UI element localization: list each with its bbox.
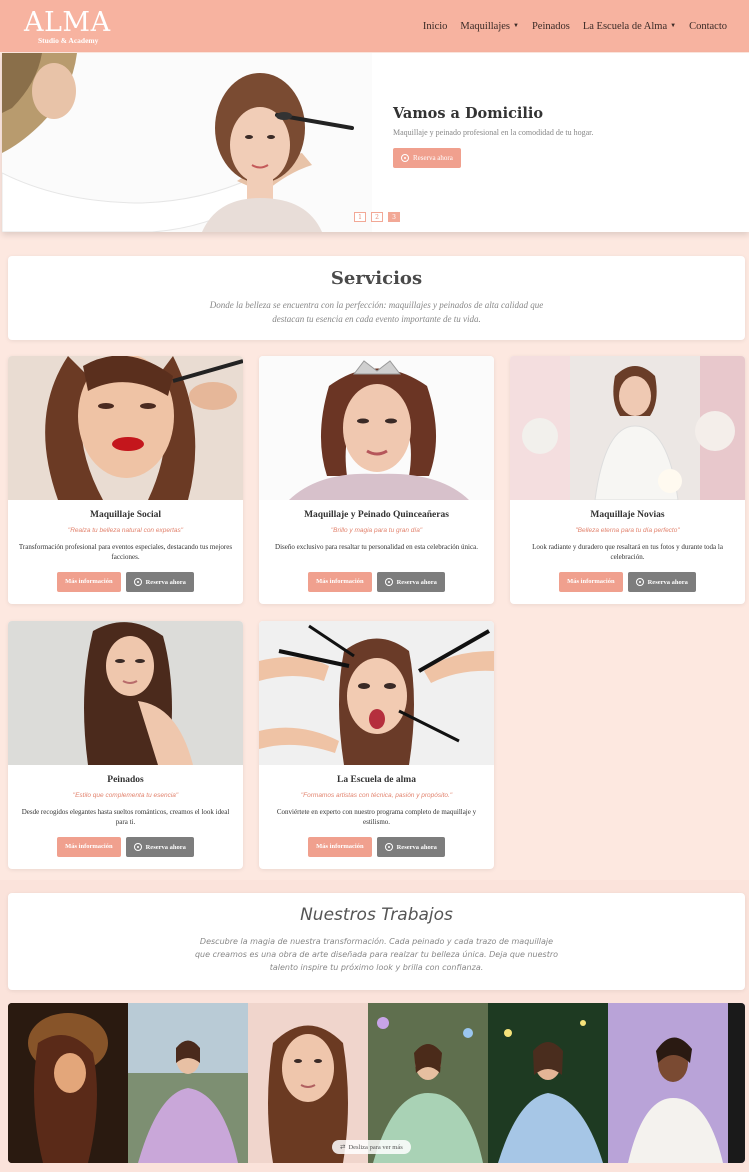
- nav-item-peinados[interactable]: Peinados: [532, 21, 570, 32]
- logo-subtitle: Studio & Academy: [38, 36, 99, 45]
- works-header: Nuestros Trabajos Descubre la magia de n…: [8, 893, 745, 990]
- slide-dot-2[interactable]: 2: [371, 212, 383, 222]
- service-description: Desde recogidos elegantes hasta sueltos …: [21, 808, 230, 827]
- service-tagline: "Realza tu belleza natural con expertas": [67, 527, 184, 534]
- reserve-button[interactable]: Reserva ahora: [376, 837, 445, 857]
- nav-label: Contacto: [689, 20, 727, 32]
- button-label: Reserva ahora: [647, 578, 688, 586]
- gallery-photo[interactable]: [8, 1003, 128, 1163]
- works-title: Nuestros Trabajos: [300, 905, 453, 925]
- service-tagline: "Formamos artistas con técnica, pasión y…: [300, 792, 453, 799]
- button-label: Reserva ahora: [396, 578, 437, 586]
- nav-menu: Inicio Maquillajes ▼ Peinados La Escuela …: [423, 21, 727, 32]
- nav-label: Maquillajes: [460, 20, 510, 32]
- button-label: Reserva ahora: [413, 154, 453, 162]
- service-description: Diseño exclusivo para resaltar tu person…: [275, 543, 478, 551]
- service-image: [259, 621, 494, 765]
- service-card-peinados: Peinados "Estilo que complementa tu esen…: [8, 621, 243, 869]
- whatsapp-icon: [384, 578, 393, 586]
- nav-item-maquillajes[interactable]: Maquillajes ▼: [460, 21, 519, 32]
- more-info-button[interactable]: Más información: [308, 572, 372, 592]
- service-description: Transformación profesional para eventos …: [18, 543, 233, 562]
- chevron-down-icon: ▼: [670, 23, 677, 29]
- reserve-button[interactable]: Reserva ahora: [125, 837, 194, 857]
- whatsapp-icon: [133, 578, 142, 586]
- gallery-photo[interactable]: [488, 1003, 608, 1163]
- service-actions: Más información Reserva ahora: [259, 837, 494, 857]
- brand-logo[interactable]: ALMA Studio & Academy: [24, 3, 124, 49]
- slider-pagination: 1 2 3: [354, 212, 400, 222]
- nav-item-escuela[interactable]: La Escuela de Alma ▼: [583, 21, 676, 32]
- button-label: Reserva ahora: [145, 843, 186, 851]
- nav-label: Inicio: [422, 20, 448, 32]
- swipe-icon: ⇄: [340, 1144, 346, 1151]
- more-info-button[interactable]: Más información: [559, 572, 623, 592]
- services-description: Donde la belleza se encuentra con la per…: [209, 300, 544, 324]
- hero-content: Vamos a Domicilio Maquillaje y peinado p…: [393, 105, 593, 168]
- service-card-novias: Maquillaje Novias "Belleza eterna para t…: [510, 356, 745, 604]
- hero-title: Vamos a Domicilio: [393, 105, 544, 122]
- button-label: Reserva ahora: [145, 578, 186, 586]
- service-tagline: "Brillo y magia para tu gran día": [330, 527, 423, 534]
- gallery-photo[interactable]: [128, 1003, 248, 1163]
- hero-image: [2, 53, 372, 232]
- service-actions: Más información Reserva ahora: [259, 572, 494, 592]
- service-description: Conviértete en experto con nuestro progr…: [276, 808, 477, 827]
- logo-text: ALMA: [24, 7, 111, 38]
- works-description: Descubre la magia de nuestra transformac…: [194, 937, 559, 973]
- services-title: Servicios: [330, 268, 423, 289]
- nav-item-contacto[interactable]: Contacto: [689, 21, 727, 32]
- button-label: Reserva ahora: [396, 843, 437, 851]
- chevron-down-icon: ▼: [512, 23, 519, 29]
- top-navbar: ALMA Studio & Academy Inicio Maquillajes…: [0, 0, 749, 52]
- service-title: Peinados: [107, 775, 144, 785]
- slide-dot-1[interactable]: 1: [354, 212, 366, 222]
- more-info-button[interactable]: Más información: [308, 837, 372, 857]
- service-card-quinceaneras: Maquillaje y Peinado Quinceañeras "Brill…: [259, 356, 494, 604]
- service-image: [8, 621, 243, 765]
- whatsapp-icon: [635, 578, 644, 586]
- hero-subtitle: Maquillaje y peinado profesional en la c…: [393, 128, 594, 137]
- more-info-button[interactable]: Más información: [57, 837, 121, 857]
- service-image: [8, 356, 243, 500]
- reserve-button[interactable]: Reserva ahora: [376, 572, 445, 592]
- nav-label: La Escuela de Alma: [582, 20, 668, 32]
- service-card-social: Maquillaje Social "Realza tu belleza nat…: [8, 356, 243, 604]
- service-tagline: "Belleza eterna para tu día perfecto": [575, 527, 680, 534]
- service-actions: Más información Reserva ahora: [8, 837, 243, 857]
- slide-dot-3[interactable]: 3: [388, 212, 400, 222]
- nav-item-inicio[interactable]: Inicio: [423, 21, 448, 32]
- gallery-photo[interactable]: [248, 1003, 368, 1163]
- service-card-escuela: La Escuela de alma "Formamos artistas co…: [259, 621, 494, 869]
- gallery-photo[interactable]: [368, 1003, 488, 1163]
- whatsapp-icon: [133, 843, 142, 851]
- reserve-button[interactable]: Reserva ahora: [125, 572, 194, 592]
- service-actions: Más información Reserva ahora: [510, 572, 745, 592]
- service-image: [510, 356, 745, 500]
- service-tagline: "Estilo que complementa tu esencia": [72, 792, 179, 799]
- service-image: [259, 356, 494, 500]
- whatsapp-icon: [401, 154, 409, 162]
- service-actions: Más información Reserva ahora: [8, 572, 243, 592]
- swipe-hint-label: Desliza para ver más: [348, 1143, 403, 1151]
- hero-reserve-button[interactable]: Reserva ahora: [393, 148, 461, 168]
- service-description: Look radiante y duradero que resaltará e…: [532, 543, 723, 562]
- gallery-photo[interactable]: [608, 1003, 745, 1163]
- service-title: La Escuela de alma: [337, 775, 416, 785]
- swipe-hint: ⇄ Desliza para ver más: [332, 1140, 411, 1154]
- nav-label: Peinados: [531, 20, 570, 32]
- services-header: Servicios Donde la belleza se encuentra …: [8, 256, 745, 340]
- works-gallery[interactable]: [8, 1003, 745, 1163]
- service-title: Maquillaje y Peinado Quinceañeras: [304, 510, 449, 520]
- whatsapp-icon: [384, 843, 393, 851]
- reserve-button[interactable]: Reserva ahora: [627, 572, 696, 592]
- more-info-button[interactable]: Más información: [57, 572, 121, 592]
- hero-slider: Vamos a Domicilio Maquillaje y peinado p…: [2, 53, 749, 232]
- service-title: Maquillaje Novias: [590, 510, 665, 520]
- service-title: Maquillaje Social: [90, 510, 161, 520]
